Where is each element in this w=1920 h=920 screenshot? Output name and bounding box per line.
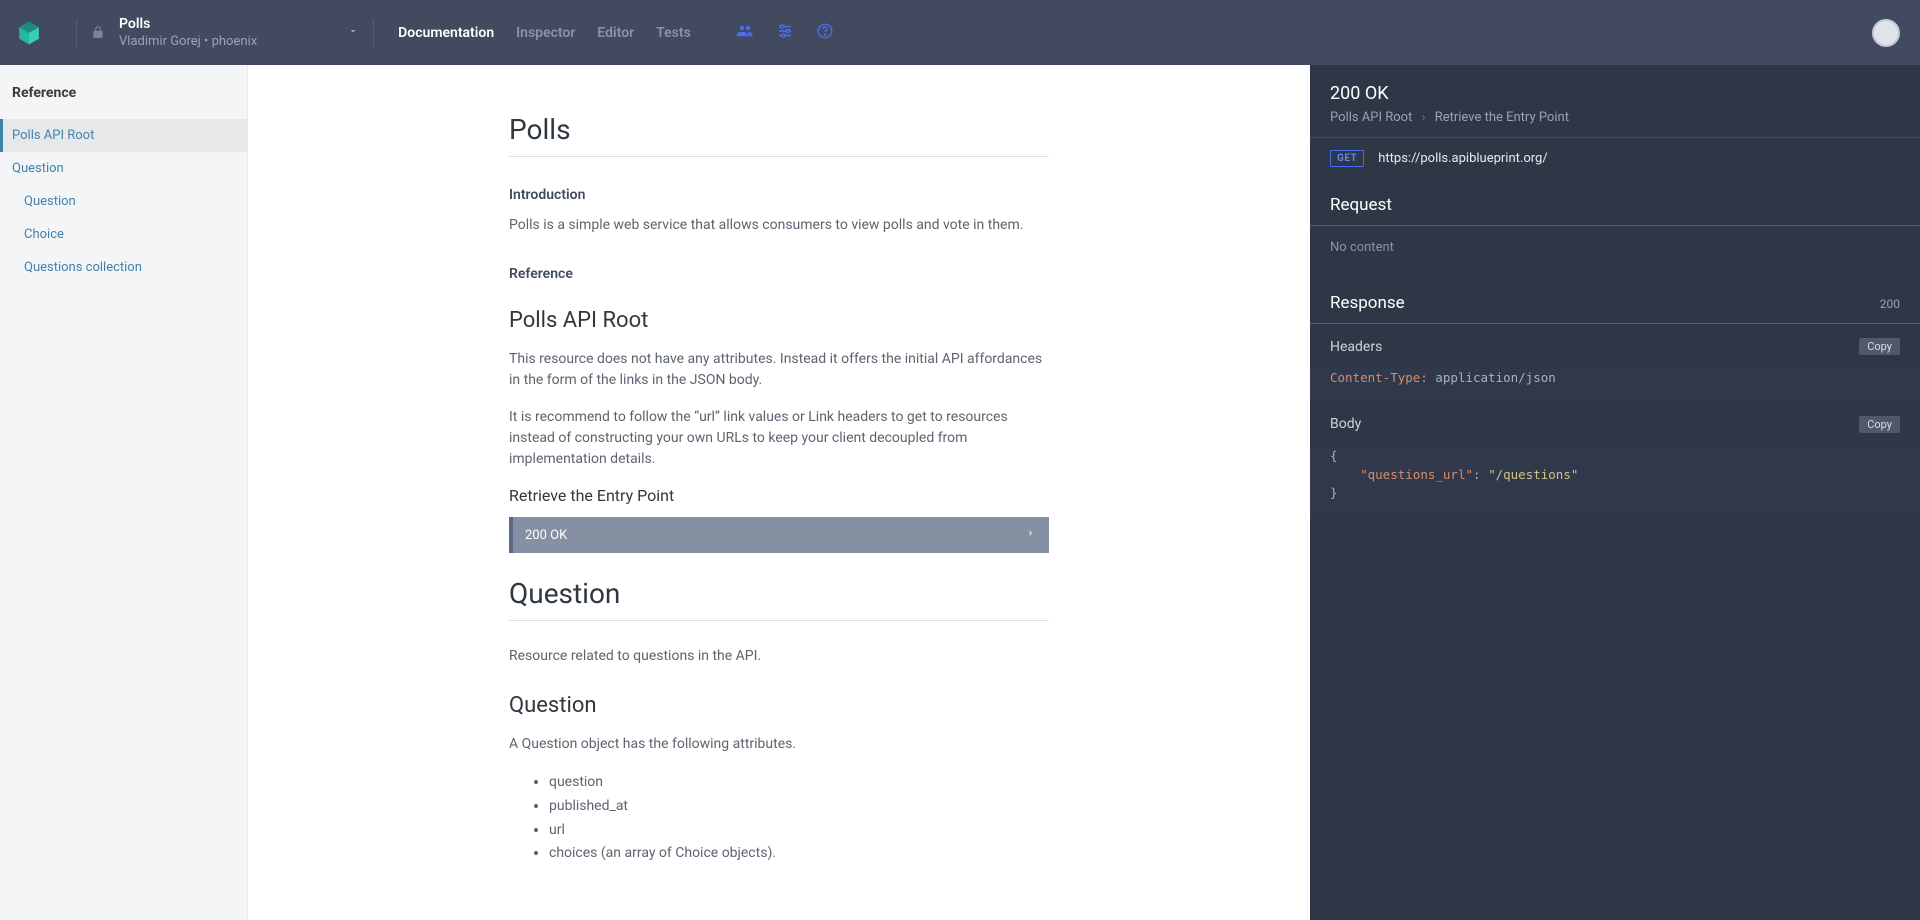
- project-subtitle: Vladimir Gorej • phoenix: [119, 34, 257, 50]
- settings-icon[interactable]: [776, 22, 794, 44]
- header-separator: [76, 19, 77, 47]
- doc-content[interactable]: Polls Introduction Polls is a simple web…: [248, 65, 1310, 920]
- nav-editor[interactable]: Editor: [597, 25, 634, 41]
- request-no-content: No content: [1310, 226, 1920, 277]
- apiary-logo-icon[interactable]: [16, 20, 42, 46]
- nav-documentation[interactable]: Documentation: [398, 25, 494, 41]
- list-item: url: [549, 819, 1049, 843]
- nav-inspector[interactable]: Inspector: [516, 25, 575, 41]
- chevron-right-icon: [1025, 527, 1037, 543]
- breadcrumb-item[interactable]: Polls API Root: [1330, 110, 1412, 125]
- root-paragraph-1: This resource does not have any attribut…: [509, 349, 1049, 391]
- question-attr-text: A Question object has the following attr…: [509, 734, 1049, 755]
- polls-api-root-heading: Polls API Root: [509, 308, 1049, 333]
- breadcrumb: Polls API Root › Retrieve the Entry Poin…: [1330, 110, 1900, 125]
- response-status: 200 OK: [1330, 83, 1900, 104]
- headers-code: Content-Type: application/json: [1310, 369, 1920, 402]
- project-dropdown-icon[interactable]: [347, 25, 359, 41]
- root-paragraph-2: It is recommend to follow the “url” link…: [509, 407, 1049, 470]
- chevron-right-icon: ›: [1422, 110, 1426, 125]
- header-separator: [373, 19, 374, 47]
- app-header: Polls Vladimir Gorej • phoenix Documenta…: [0, 0, 1920, 65]
- help-icon[interactable]: [816, 22, 834, 44]
- project-title: Polls: [119, 16, 257, 33]
- team-icon[interactable]: [736, 22, 754, 44]
- reference-heading: Reference: [509, 266, 1049, 282]
- copy-body-button[interactable]: Copy: [1859, 416, 1900, 433]
- list-item: choices (an array of Choice objects).: [549, 842, 1049, 866]
- nav-tests[interactable]: Tests: [656, 25, 691, 41]
- copy-headers-button[interactable]: Copy: [1859, 338, 1900, 355]
- sidebar-heading: Reference: [0, 85, 247, 119]
- question-attributes-list: question published_at url choices (an ar…: [509, 771, 1049, 866]
- question-group-heading: Question: [509, 577, 1049, 621]
- user-avatar[interactable]: [1872, 19, 1900, 47]
- list-item: question: [549, 771, 1049, 795]
- intro-text: Polls is a simple web service that allow…: [509, 215, 1049, 236]
- response-code: 200: [1880, 297, 1900, 311]
- lock-icon: [91, 24, 105, 42]
- http-method-badge: GET: [1330, 150, 1364, 167]
- question-group-text: Resource related to questions in the API…: [509, 646, 1049, 667]
- list-item: published_at: [549, 795, 1049, 819]
- question-heading: Question: [509, 693, 1049, 718]
- main-nav: Documentation Inspector Editor Tests: [398, 25, 691, 41]
- request-url-row: GET https://polls.apiblueprint.org/: [1310, 138, 1920, 179]
- request-url: https://polls.apiblueprint.org/: [1378, 151, 1547, 166]
- status-row-button[interactable]: 200 OK: [509, 517, 1049, 553]
- project-title-block[interactable]: Polls Vladimir Gorej • phoenix: [119, 16, 257, 49]
- sidebar-item-question-sub[interactable]: Question: [0, 185, 247, 218]
- example-panel: 200 OK Polls API Root › Retrieve the Ent…: [1310, 65, 1920, 920]
- response-section-header: Response 200: [1310, 277, 1920, 324]
- request-section-header: Request: [1310, 179, 1920, 226]
- sidebar: Reference Polls API Root Question Questi…: [0, 65, 248, 920]
- sidebar-item-choice[interactable]: Choice: [0, 218, 247, 251]
- sidebar-item-polls-api-root[interactable]: Polls API Root: [0, 119, 247, 152]
- status-row-label: 200 OK: [525, 528, 567, 543]
- body-code: { "questions_url": "/questions" }: [1310, 447, 1920, 517]
- sidebar-item-questions-collection[interactable]: Questions collection: [0, 251, 247, 284]
- intro-heading: Introduction: [509, 187, 1049, 203]
- header-icon-group: [736, 22, 834, 44]
- body-subheader: Body Copy: [1310, 402, 1920, 447]
- entry-point-heading: Retrieve the Entry Point: [509, 486, 1049, 505]
- breadcrumb-item[interactable]: Retrieve the Entry Point: [1435, 110, 1569, 125]
- sidebar-item-question[interactable]: Question: [0, 152, 247, 185]
- headers-subheader: Headers Copy: [1310, 324, 1920, 369]
- doc-title: Polls: [509, 113, 1049, 157]
